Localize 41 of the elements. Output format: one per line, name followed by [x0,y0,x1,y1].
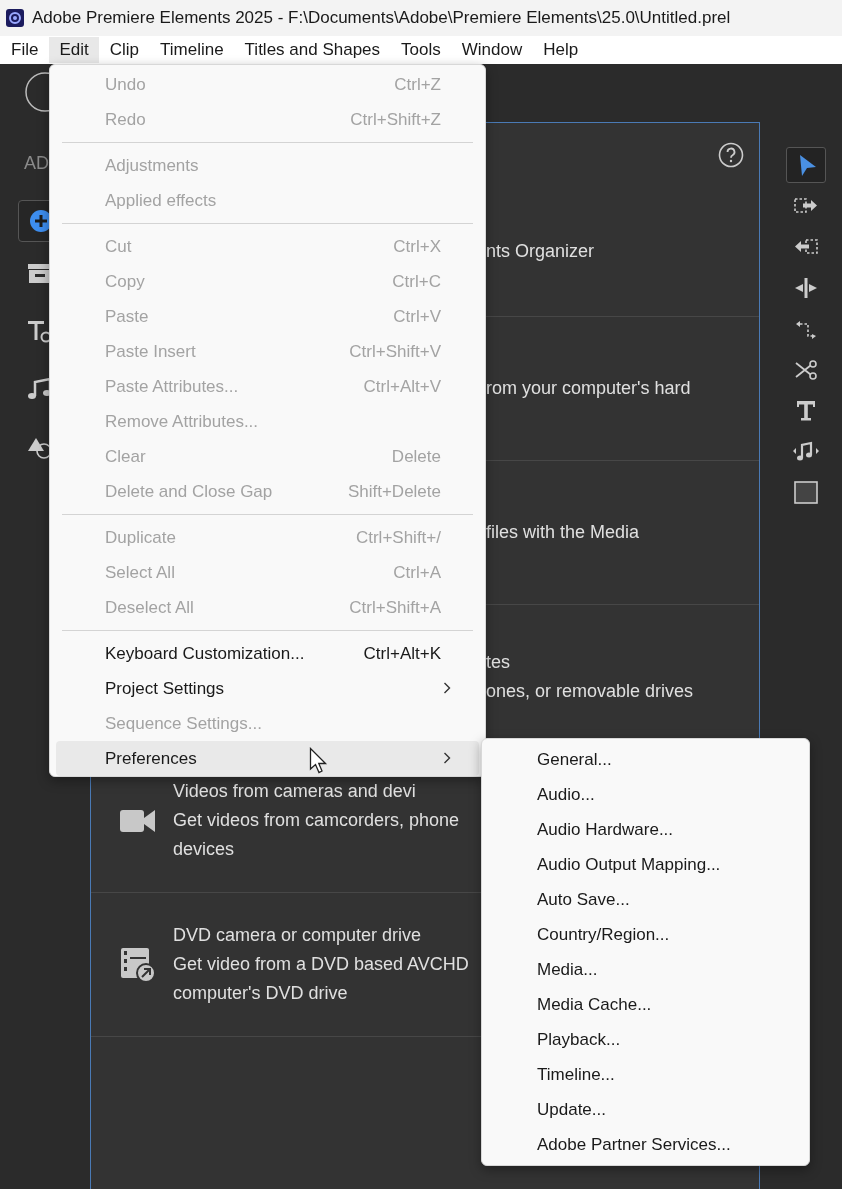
menu-bar-item[interactable]: Timeline [150,37,234,63]
menu-item[interactable]: Adobe Partner Services... [482,1127,809,1162]
mouse-pointer-icon [309,747,329,775]
option-text: rom your computer's hard [486,377,691,400]
film-arrow-icon [120,946,156,983]
sidebar-heading: AD [24,153,49,174]
video-camera-icon [120,807,156,834]
menu-item[interactable]: Auto Save... [482,882,809,917]
menu-item[interactable]: Preferences [56,741,479,776]
option-text: devices [173,838,236,861]
option-text: Get videos from camcorders, phone [173,809,460,832]
option-text: Videos from cameras and devi [173,780,417,803]
menu-item[interactable]: Audio... [482,777,809,812]
menu-item[interactable]: Keyboard Customization... Ctrl+Alt+K [56,636,479,671]
menu-item[interactable]: Audio Output Mapping... [482,847,809,882]
window-title: Adobe Premiere Elements 2025 - F:\Documents\Adobe\Premiere Elements\25.0\Untitled.prel [32,8,731,28]
option-text: nts Organizer [486,240,595,263]
help-icon[interactable] [718,142,744,168]
option-text: tes [486,650,511,674]
menu-bar-item[interactable]: Window [451,37,533,63]
menu-item[interactable]: Media... [482,952,809,987]
menu-item[interactable]: General... [482,742,809,777]
menu-bar-item[interactable]: Help [533,37,589,63]
menu-item[interactable]: Project Settings [56,671,479,706]
app-icon [5,8,25,28]
option-text: Get video from a DVD based AVCHD [173,953,469,976]
menu-item[interactable]: Country/Region... [482,917,809,952]
option-text: ones, or removable drives [486,679,694,703]
option-text: DVD camera or computer drive [173,924,423,947]
menu-item[interactable]: Update... [482,1092,809,1127]
menu-item[interactable]: Timeline... [482,1057,809,1092]
option-text: files with the Media [486,521,640,544]
menu-item[interactable]: Media Cache... [482,987,809,1022]
menu-bar-item[interactable]: Edit [49,37,99,63]
menu-item[interactable]: Playback... [482,1022,809,1057]
menu-bar-item[interactable]: Clip [99,37,149,63]
option-text: computer's DVD drive [173,982,349,1005]
menu-bar-item[interactable]: Tools [391,37,451,63]
menu-bar-item[interactable]: File [1,37,49,63]
menu-bar-item[interactable]: Titles and Shapes [234,37,391,63]
menu-item[interactable]: Audio Hardware... [482,812,809,847]
